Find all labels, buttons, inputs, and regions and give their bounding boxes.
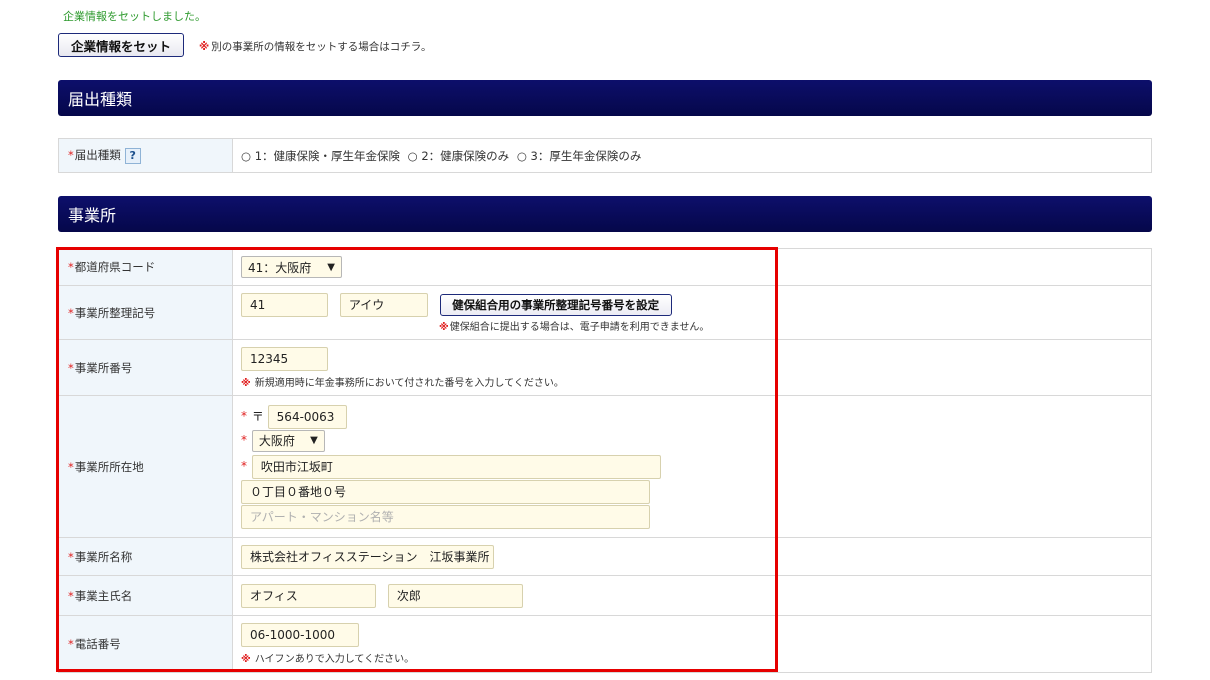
filing-type-table: *届出種類? ○ 1：健康保険・厚生年金保険 ○ 2：健康保険のみ ○ 3：厚生… xyxy=(58,138,1152,173)
note-mark: ※ xyxy=(241,377,251,389)
office-number-label: 事業所番号 xyxy=(74,360,133,375)
owner-last-name-input[interactable]: オフィス xyxy=(241,583,376,608)
postal-mark: 〒 xyxy=(251,409,264,423)
radio-option-1[interactable]: ○ 1：健康保険・厚生年金保険 xyxy=(241,149,400,163)
prefecture-selected: 大阪府 xyxy=(258,434,295,448)
owner-first-name-input[interactable]: 次郎 xyxy=(387,583,523,608)
row-office-number: *事業所番号 12345 ※ 新規適用時に年金事務所において付された番号を入力して… xyxy=(58,339,1152,396)
street-input[interactable]: ０丁目０番地０号 xyxy=(241,479,650,504)
chevron-down-icon: ▼ xyxy=(327,261,335,273)
phone-note-text: ハイフンありで入力してください。 xyxy=(254,654,415,665)
required-mark: * xyxy=(241,459,247,473)
section-header-office: 事業所 xyxy=(58,196,1152,232)
owner-name-label: 事業主氏名 xyxy=(74,588,133,603)
phone-label-cell: *電話番号 xyxy=(58,615,233,673)
required-mark: * xyxy=(68,549,74,564)
note-mark: ※ xyxy=(241,654,251,665)
row-office-name: *事業所名称 株式会社オフィスステーション 江坂事業所 xyxy=(58,537,1152,576)
section-header-filing-type: 届出種類 xyxy=(58,80,1152,116)
row-phone: *電話番号 06-1000-1000 ※ ハイフンありで入力してください。 xyxy=(58,615,1152,673)
owner-name-label-cell: *事業主氏名 xyxy=(58,575,233,616)
reg-symbol-note-text: 健保組合に提出する場合は、電子申請を利用できません。 xyxy=(449,321,710,333)
required-mark: * xyxy=(241,409,247,423)
address-label: 事業所所在地 xyxy=(74,459,144,474)
row-pref-code: *都道府県コード 41：大阪府 ▼ xyxy=(58,248,1152,286)
office-name-input[interactable]: 株式会社オフィスステーション 江坂事業所 xyxy=(241,544,494,569)
company-note: ※ 別の事業所の情報をセットする場合はコチラ。 xyxy=(199,39,432,54)
pref-code-label: 都道府県コード xyxy=(74,260,156,274)
reg-symbol-inputs: 41 アイウ 健保組合用の事業所整理記号番号を設定 xyxy=(241,292,1151,317)
note-mark: ※ xyxy=(199,41,210,53)
row-address: *事業所所在地 * 〒 564-0063 * 大阪府 ▼ * 吹田市江坂町 ０丁… xyxy=(58,395,1152,538)
owner-name-value-cell: オフィス 次郎 xyxy=(232,575,1152,616)
pref-code-selected: 41：大阪府 xyxy=(248,260,312,275)
required-mark: * xyxy=(68,148,74,163)
building-input[interactable]: アパート・マンション名等 xyxy=(241,504,650,529)
building-line: アパート・マンション名等 xyxy=(241,504,1151,529)
city-input[interactable]: 吹田市江坂町 xyxy=(251,454,661,479)
postal-code-input[interactable]: 564-0063 xyxy=(267,404,347,429)
phone-note: ※ ハイフンありで入力してください。 xyxy=(241,650,1151,665)
radio-option-2[interactable]: ○ 2：健康保険のみ xyxy=(408,149,510,163)
row-reg-symbol: *事業所整理記号 41 アイウ 健保組合用の事業所整理記号番号を設定 ※健保組合… xyxy=(58,285,1152,340)
company-note-text: 別の事業所の情報をセットする場合はコチラ。 xyxy=(211,41,432,53)
set-kenpo-symbol-button[interactable]: 健保組合用の事業所整理記号番号を設定 xyxy=(439,293,672,316)
reg-symbol-value-cell: 41 アイウ 健保組合用の事業所整理記号番号を設定 ※健保組合に提出する場合は、… xyxy=(232,285,1152,340)
required-mark: * xyxy=(68,305,74,320)
required-mark: * xyxy=(68,459,74,474)
phone-value-cell: 06-1000-1000 ※ ハイフンありで入力してください。 xyxy=(232,615,1152,673)
pref-code-label-cell: *都道府県コード xyxy=(58,248,233,286)
reg-symbol-note: ※健保組合に提出する場合は、電子申請を利用できません。 xyxy=(439,318,1151,333)
required-mark: * xyxy=(241,433,247,447)
office-number-label-cell: *事業所番号 xyxy=(58,339,233,396)
reg-symbol-label-cell: *事業所整理記号 xyxy=(58,285,233,340)
note-mark: ※ xyxy=(439,321,449,333)
filing-type-label: 届出種類 xyxy=(74,148,121,163)
chevron-down-icon: ▼ xyxy=(310,435,318,446)
postal-line: * 〒 564-0063 xyxy=(241,404,1151,430)
required-mark: * xyxy=(68,588,74,603)
office-number-note: ※ 新規適用時に年金事務所において付された番号を入力してください。 xyxy=(241,374,1151,389)
phone-label: 電話番号 xyxy=(74,637,121,651)
phone-input[interactable]: 06-1000-1000 xyxy=(241,623,359,647)
address-value-cell: * 〒 564-0063 * 大阪府 ▼ * 吹田市江坂町 ０丁目０番地０号 ア… xyxy=(232,395,1152,538)
set-company-info-button[interactable]: 企業情報をセット xyxy=(58,33,184,57)
pref-code-select[interactable]: 41：大阪府 ▼ xyxy=(241,256,342,278)
required-mark: * xyxy=(68,360,74,375)
reg-symbol-input-1[interactable]: 41 xyxy=(241,292,328,317)
prefecture-line: * 大阪府 ▼ xyxy=(241,429,1151,455)
filing-type-row: *届出種類? ○ 1：健康保険・厚生年金保険 ○ 2：健康保険のみ ○ 3：厚生… xyxy=(58,138,1152,173)
office-name-label-cell: *事業所名称 xyxy=(58,537,233,576)
row-owner-name: *事業主氏名 オフィス 次郎 xyxy=(58,575,1152,616)
reg-symbol-label: 事業所整理記号 xyxy=(74,305,156,320)
radio-option-3[interactable]: ○ 3：厚生年金保険のみ xyxy=(517,149,642,163)
office-number-input[interactable]: 12345 xyxy=(241,346,328,371)
office-number-value-cell: 12345 ※ 新規適用時に年金事務所において付された番号を入力してください。 xyxy=(232,339,1152,396)
required-mark: * xyxy=(68,260,74,274)
filing-type-label-cell: *届出種類? xyxy=(58,138,233,173)
set-success-message: 企業情報をセットしました。 xyxy=(63,10,206,23)
street-line: ０丁目０番地０号 xyxy=(241,479,1151,505)
office-table: *都道府県コード 41：大阪府 ▼ *事業所整理記号 41 アイウ 健保組合用の… xyxy=(58,248,1152,673)
office-number-note-text: 新規適用時に年金事務所において付された番号を入力してください。 xyxy=(254,377,564,389)
city-line: * 吹田市江坂町 xyxy=(241,454,1151,480)
office-name-value-cell: 株式会社オフィスステーション 江坂事業所 xyxy=(232,537,1152,576)
filing-type-options: ○ 1：健康保険・厚生年金保険 ○ 2：健康保険のみ ○ 3：厚生年金保険のみ xyxy=(232,138,1152,173)
required-mark: * xyxy=(68,637,74,651)
office-name-label: 事業所名称 xyxy=(74,549,133,564)
pref-code-value-cell: 41：大阪府 ▼ xyxy=(232,248,1152,286)
prefecture-select[interactable]: 大阪府 ▼ xyxy=(251,429,325,452)
address-label-cell: *事業所所在地 xyxy=(58,395,233,538)
help-icon[interactable]: ? xyxy=(124,147,141,164)
reg-symbol-input-2[interactable]: アイウ xyxy=(339,292,428,317)
